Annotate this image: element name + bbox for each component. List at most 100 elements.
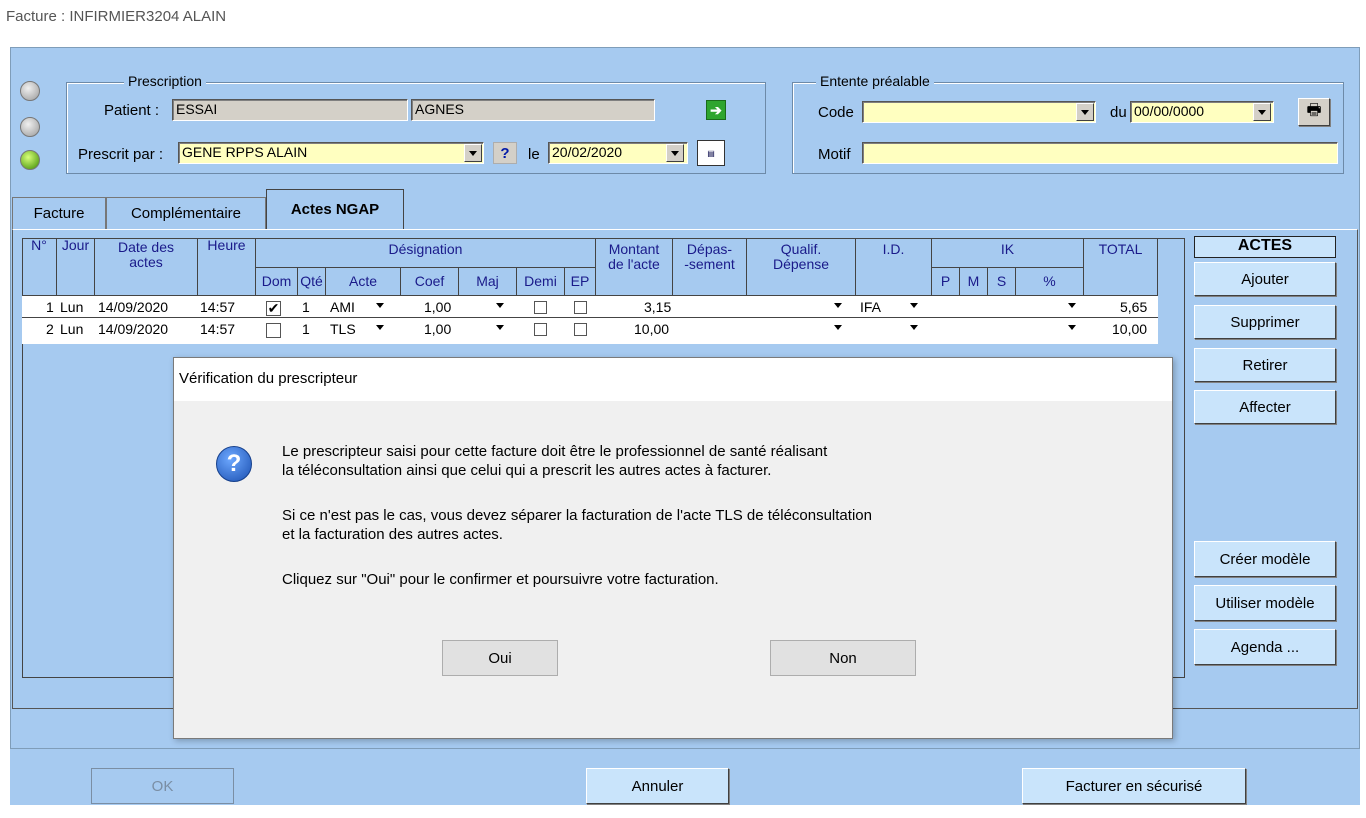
chevron-down-icon — [910, 325, 918, 330]
demi-checkbox[interactable] — [534, 301, 547, 314]
entente-code-select[interactable] — [862, 101, 1096, 123]
entente-motif-label: Motif — [818, 146, 851, 163]
ik-pct-dropdown-arrow[interactable] — [1068, 325, 1076, 330]
entente-motif-field[interactable] — [862, 142, 1338, 164]
chevron-down-icon — [834, 303, 842, 308]
col-header-designation: Désignation — [256, 238, 596, 268]
printer-icon[interactable]: 🖶 — [1298, 98, 1330, 126]
help-button[interactable]: ? — [493, 142, 517, 164]
tab-facture[interactable]: Facture — [12, 197, 106, 229]
entente-code-dropdown-button[interactable] — [1076, 103, 1094, 121]
chevron-down-icon — [671, 150, 679, 156]
col-header-ik-m: M — [960, 268, 988, 296]
ep-checkbox[interactable] — [574, 301, 587, 314]
col-header-jour: Jour — [57, 238, 95, 296]
utiliser-modele-button[interactable]: Utiliser modèle — [1194, 585, 1336, 621]
dialog-message-line1: Le prescripteur saisi pour cette facture… — [282, 443, 828, 460]
maj-dropdown-arrow[interactable] — [496, 325, 504, 330]
cell-total: 10,00 — [1112, 321, 1148, 337]
status-led-green — [20, 150, 40, 170]
affecter-button[interactable]: Affecter — [1194, 390, 1336, 424]
dialog-message-line2: la téléconsultation ainsi que celui qui … — [282, 462, 772, 479]
chevron-down-icon — [1068, 303, 1076, 308]
cell-montant: 3,15 — [644, 299, 672, 315]
ok-button[interactable]: OK — [91, 768, 234, 804]
card-reader-icon[interactable]: ▤ — [697, 140, 725, 166]
chevron-down-icon — [376, 325, 384, 330]
cell-date[interactable]: 14/09/2020 — [98, 321, 168, 337]
chevron-down-icon — [496, 303, 504, 308]
col-header-id: I.D. — [856, 238, 932, 296]
cell-acte[interactable]: TLS — [330, 321, 356, 337]
cell-coef[interactable]: 1,00 — [424, 321, 451, 337]
table-row[interactable]: 2 Lun 14/09/2020 14:57 1 TLS 1,00 10,00 … — [22, 320, 1158, 340]
patient-firstname-field[interactable]: AGNES — [411, 99, 655, 121]
verification-dialog: Vérification du prescripteur ? Le prescr… — [173, 357, 1173, 739]
acte-dropdown-arrow[interactable] — [376, 325, 384, 330]
prescrit-par-dropdown-button[interactable] — [464, 144, 482, 162]
col-header-depassement: Dépas- -sement — [673, 238, 747, 296]
col-header-montant: Montant de l'acte — [596, 238, 673, 296]
cell-acte[interactable]: AMI — [330, 299, 355, 315]
prescription-date-dropdown-button[interactable] — [666, 144, 684, 162]
id-dropdown-arrow[interactable] — [910, 303, 918, 308]
chevron-down-icon — [1081, 109, 1089, 115]
qualif-dropdown-arrow[interactable] — [834, 303, 842, 308]
dialog-message-line3: Si ce n'est pas le cas, vous devez sépar… — [282, 507, 872, 524]
arrow-right-icon[interactable]: ➔ — [706, 100, 726, 120]
chevron-down-icon — [469, 150, 477, 156]
col-header-dom: Dom — [256, 268, 298, 296]
chevron-down-icon — [834, 325, 842, 330]
cell-total: 5,65 — [1120, 299, 1148, 315]
ik-pct-dropdown-arrow[interactable] — [1068, 303, 1076, 308]
cell-qte[interactable]: 1 — [302, 299, 310, 315]
dialog-title: Vérification du prescripteur — [174, 358, 1172, 401]
col-header-qualif: Qualif. Dépense — [747, 238, 856, 296]
cell-dom-checkbox[interactable]: ✔ — [266, 301, 281, 316]
ajouter-button[interactable]: Ajouter — [1194, 262, 1336, 296]
facturer-securise-button[interactable]: Facturer en sécurisé — [1022, 768, 1246, 804]
actes-panel-title: ACTES — [1194, 236, 1336, 258]
cell-id[interactable]: IFA — [860, 299, 881, 315]
maj-dropdown-arrow[interactable] — [496, 303, 504, 308]
cell-heure[interactable]: 14:57 — [200, 299, 235, 315]
annuler-button[interactable]: Annuler — [586, 768, 729, 804]
chevron-down-icon — [496, 325, 504, 330]
agenda-button[interactable]: Agenda ... — [1194, 629, 1336, 665]
qualif-dropdown-arrow[interactable] — [834, 325, 842, 330]
status-led-2 — [20, 117, 40, 137]
date-le-label: le — [528, 146, 540, 163]
cell-montant: 10,00 — [634, 321, 670, 337]
retirer-button[interactable]: Retirer — [1194, 348, 1336, 382]
cell-heure[interactable]: 14:57 — [200, 321, 235, 337]
col-header-ep: EP — [565, 268, 596, 296]
creer-modele-button[interactable]: Créer modèle — [1194, 541, 1336, 577]
patient-lastname-field[interactable]: ESSAI — [172, 99, 408, 121]
oui-button[interactable]: Oui — [442, 640, 558, 676]
chevron-down-icon — [376, 303, 384, 308]
tab-complementaire[interactable]: Complémentaire — [106, 197, 266, 229]
entente-date-dropdown-button[interactable] — [1253, 103, 1271, 121]
dialog-message-line5: Cliquez sur "Oui" pour le confirmer et p… — [282, 571, 719, 588]
demi-checkbox[interactable] — [534, 323, 547, 336]
col-header-ik-s: S — [988, 268, 1016, 296]
id-dropdown-arrow[interactable] — [910, 325, 918, 330]
chevron-down-icon — [1068, 325, 1076, 330]
col-header-ik: IK — [932, 238, 1084, 268]
tab-actes-ngap[interactable]: Actes NGAP — [266, 189, 404, 229]
prescrit-par-select[interactable]: GENE RPPS ALAIN — [178, 142, 484, 164]
cell-qte[interactable]: 1 — [302, 321, 310, 337]
acte-dropdown-arrow[interactable] — [376, 303, 384, 308]
cell-jour: Lun — [60, 321, 84, 337]
supprimer-button[interactable]: Supprimer — [1194, 305, 1336, 339]
ep-checkbox[interactable] — [574, 323, 587, 336]
cell-dom-checkbox[interactable] — [266, 323, 281, 338]
col-header-coef: Coef — [401, 268, 459, 296]
non-button[interactable]: Non — [770, 640, 916, 676]
table-row[interactable]: 1 Lun 14/09/2020 14:57 ✔ 1 AMI 1,00 3,15… — [22, 298, 1158, 318]
col-header-acte: Acte — [326, 268, 401, 296]
col-header-total: TOTAL — [1084, 238, 1158, 296]
cell-date[interactable]: 14/09/2020 — [98, 299, 168, 315]
cell-num: 2 — [46, 321, 54, 337]
cell-coef[interactable]: 1,00 — [424, 299, 451, 315]
